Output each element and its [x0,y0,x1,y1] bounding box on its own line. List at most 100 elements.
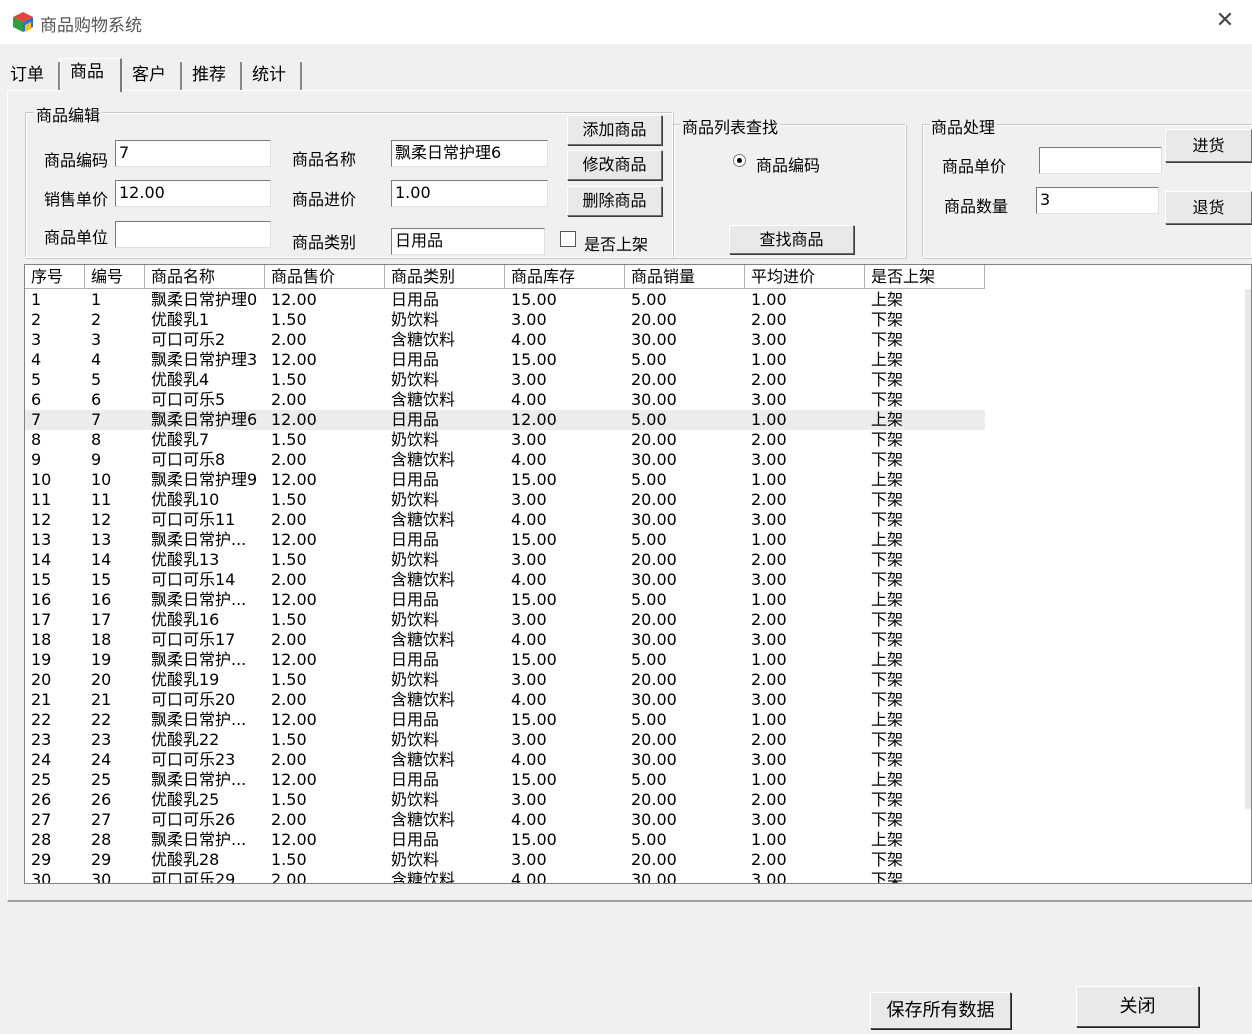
column-header[interactable]: 平均进价 [745,265,865,289]
vertical-scrollbar[interactable] [1245,289,1251,809]
table-row[interactable]: 9 9 可口可乐8 2.00 含糖饮料 4.00 30.00 3.00 下架 [25,450,985,470]
category-label: 商品类别 [292,233,357,252]
table-cell: 12.00 [271,770,317,789]
table-cell: 1.50 [271,490,307,509]
close-icon[interactable]: ✕ [1212,8,1238,34]
save-all-button[interactable]: 保存所有数据 [870,992,1011,1029]
table-row[interactable]: 29 29 优酸乳28 1.50 奶饮料 3.00 20.00 2.00 下架 [25,850,985,870]
tab-statistics[interactable]: 统计 [242,62,302,90]
table-cell: 20.00 [631,670,677,689]
table-cell: 2.00 [271,810,307,829]
table-cell: 15.00 [511,770,557,789]
tab-recommend[interactable]: 推荐 [182,62,242,90]
table-cell: 日用品 [391,350,440,369]
stock-in-button[interactable]: 进货 [1165,129,1252,162]
table-row[interactable]: 25 25 飘柔日常护... 12.00 日用品 15.00 5.00 1.00 上架 [25,770,985,790]
table-row[interactable]: 19 19 飘柔日常护... 12.00 日用品 15.00 5.00 1.00 上架 [25,650,985,670]
table-row[interactable]: 11 11 优酸乳10 1.50 奶饮料 3.00 20.00 2.00 下架 [25,490,985,510]
table-cell: 3.00 [511,550,547,569]
tab-orders[interactable]: 订单 [0,62,60,90]
table-cell: 优酸乳28 [151,850,220,869]
table-row[interactable]: 2 2 优酸乳1 1.50 奶饮料 3.00 20.00 2.00 下架 [25,310,985,330]
product-name-input[interactable]: 飘柔日常护理6 [391,140,548,167]
product-code-input[interactable]: 7 [115,140,271,167]
product-table[interactable]: 序号 编号 商品名称 商品售价 商品类别 商品库存 商品销量 平均进价 是否上架 1 1 飘柔日常护… [24,264,1252,884]
table-cell: 飘柔日常护... [151,710,247,729]
table-cell: 下架 [871,430,904,449]
table-row[interactable]: 7 7 飘柔日常护理6 12.00 日用品 12.00 5.00 1.00 上架 [25,410,985,430]
product-unit-input[interactable] [115,221,271,248]
table-cell: 上架 [871,710,904,729]
table-cell: 下架 [871,490,904,509]
table-cell: 下架 [871,790,904,809]
table-cell: 4.00 [511,630,547,649]
table-row[interactable]: 30 30 可口可乐29 2.00 含糖饮料 4.00 30.00 3.00 下架 [25,870,985,883]
on-shelf-checkbox[interactable] [560,231,576,247]
table-row[interactable]: 20 20 优酸乳19 1.50 奶饮料 3.00 20.00 2.00 下架 [25,670,985,690]
table-row[interactable]: 17 17 优酸乳16 1.50 奶饮料 3.00 20.00 2.00 下架 [25,610,985,630]
search-product-button[interactable]: 查找商品 [729,225,854,254]
table-row[interactable]: 12 12 可口可乐11 2.00 含糖饮料 4.00 30.00 3.00 下架 [25,510,985,530]
column-header[interactable]: 商品售价 [265,265,385,289]
table-row[interactable]: 8 8 优酸乳7 1.50 奶饮料 3.00 20.00 2.00 下架 [25,430,985,450]
table-row[interactable]: 6 6 可口可乐5 2.00 含糖饮料 4.00 30.00 3.00 下架 [25,390,985,410]
column-header[interactable]: 商品销量 [625,265,745,289]
table-cell: 19 [91,650,112,669]
table-row[interactable]: 10 10 飘柔日常护理9 12.00 日用品 15.00 5.00 1.00 上架 [25,470,985,490]
category-input[interactable]: 日用品 [391,228,545,255]
table-cell: 下架 [871,370,904,389]
table-cell: 飘柔日常护理3 [151,350,258,369]
table-row[interactable]: 28 28 飘柔日常护... 12.00 日用品 15.00 5.00 1.00 上架 [25,830,985,850]
table-cell: 3.00 [511,790,547,809]
table-cell: 29 [91,850,112,869]
table-cell: 奶饮料 [391,490,440,509]
table-cell: 奶饮料 [391,850,440,869]
table-cell: 15.00 [511,830,557,849]
table-row[interactable]: 22 22 飘柔日常护... 12.00 日用品 15.00 5.00 1.00 上架 [25,710,985,730]
table-cell: 1.50 [271,370,307,389]
table-cell: 24 [31,750,52,769]
table-row[interactable]: 4 4 飘柔日常护理3 12.00 日用品 15.00 5.00 1.00 上架 [25,350,985,370]
table-row[interactable]: 23 23 优酸乳22 1.50 奶饮料 3.00 20.00 2.00 下架 [25,730,985,750]
column-header[interactable]: 商品类别 [385,265,505,289]
column-header[interactable]: 编号 [85,265,145,289]
tab-products[interactable]: 商品 [60,58,122,92]
table-cell: 2.00 [271,450,307,469]
table-cell: 3.00 [751,390,787,409]
table-cell: 1.50 [271,850,307,869]
column-header[interactable]: 是否上架 [865,265,985,289]
unit-price-label: 商品单价 [942,157,1007,176]
table-row[interactable]: 5 5 优酸乳4 1.50 奶饮料 3.00 20.00 2.00 下架 [25,370,985,390]
table-row[interactable]: 14 14 优酸乳13 1.50 奶饮料 3.00 20.00 2.00 下架 [25,550,985,570]
quantity-input[interactable]: 3 [1036,187,1159,214]
column-header[interactable]: 商品库存 [505,265,625,289]
add-product-button[interactable]: 添加商品 [567,115,662,145]
table-row[interactable]: 16 16 飘柔日常护... 12.00 日用品 15.00 5.00 1.00 上架 [25,590,985,610]
tab-customers[interactable]: 客户 [122,62,182,90]
table-row[interactable]: 26 26 优酸乳25 1.50 奶饮料 3.00 20.00 2.00 下架 [25,790,985,810]
close-button[interactable]: 关闭 [1076,986,1199,1027]
cost-price-input[interactable]: 1.00 [391,180,548,207]
table-row[interactable]: 21 21 可口可乐20 2.00 含糖饮料 4.00 30.00 3.00 下架 [25,690,985,710]
modify-product-button[interactable]: 修改商品 [567,150,662,180]
table-row[interactable]: 1 1 飘柔日常护理0 12.00 日用品 15.00 5.00 1.00 上架 [25,290,985,310]
table-row[interactable]: 27 27 可口可乐26 2.00 含糖饮料 4.00 30.00 3.00 下架 [25,810,985,830]
return-goods-button[interactable]: 退货 [1165,191,1252,224]
unit-price-input[interactable] [1039,147,1162,174]
table-row[interactable]: 18 18 可口可乐17 2.00 含糖饮料 4.00 30.00 3.00 下架 [25,630,985,650]
table-row[interactable]: 15 15 可口可乐14 2.00 含糖饮料 4.00 30.00 3.00 下架 [25,570,985,590]
on-shelf-label: 是否上架 [584,235,649,254]
column-header[interactable]: 商品名称 [145,265,265,289]
table-cell: 上架 [871,650,904,669]
table-cell: 12.00 [271,530,317,549]
table-row[interactable]: 3 3 可口可乐2 2.00 含糖饮料 4.00 30.00 3.00 下架 [25,330,985,350]
search-by-code-radio[interactable] [733,154,746,167]
sale-price-input[interactable]: 12.00 [115,180,271,207]
delete-product-button[interactable]: 删除商品 [567,186,662,216]
table-cell: 30.00 [631,510,677,529]
table-cell: 20.00 [631,730,677,749]
column-header[interactable]: 序号 [25,265,85,289]
table-row[interactable]: 24 24 可口可乐23 2.00 含糖饮料 4.00 30.00 3.00 下架 [25,750,985,770]
table-cell: 下架 [871,670,904,689]
table-row[interactable]: 13 13 飘柔日常护... 12.00 日用品 15.00 5.00 1.00 上架 [25,530,985,550]
